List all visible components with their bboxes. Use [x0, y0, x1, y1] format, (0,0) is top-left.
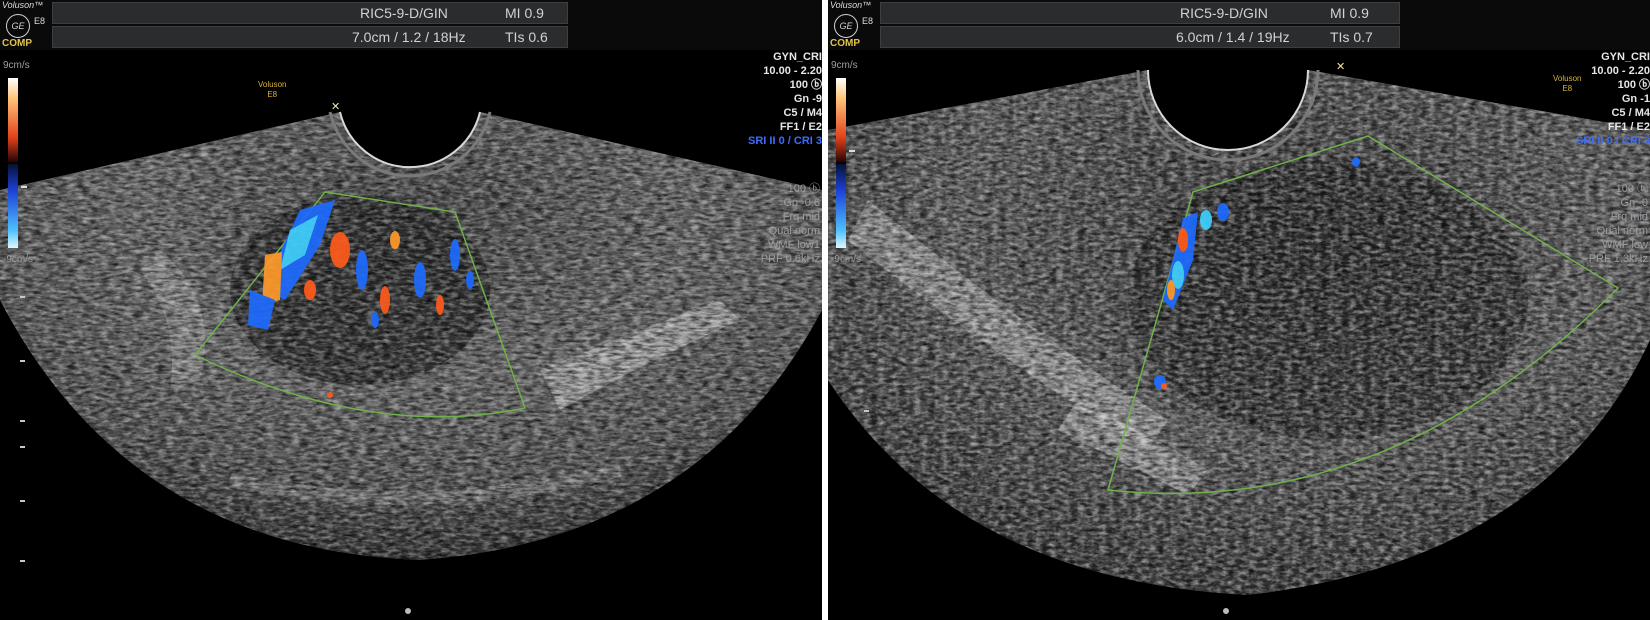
cd-power: 100 ⓑ: [1615, 183, 1648, 195]
cd-quality: Qual norm: [1596, 225, 1648, 237]
header-row-bottom: [880, 26, 1400, 48]
depth-info: 7.0cm / 1.2 / 18Hz: [352, 29, 466, 45]
color-doppler-parameters: 100 ⓑ Gn -0 Frq mid Qual norm WMF low PR…: [1589, 182, 1648, 266]
cd-prf: PRF 1.3kHz: [1588, 253, 1648, 265]
tis-label: TIs 0.6: [505, 29, 548, 45]
ge-logo-icon: GE: [6, 14, 30, 38]
header-row-top: [52, 2, 568, 24]
left-header-bar: Voluson™ GE E8 COMP RIC5-9-D/GIN MI 0.9 …: [0, 0, 822, 50]
cd-power: 100 ⓑ: [787, 183, 820, 195]
depth-tick: [864, 410, 869, 412]
cd-gain: Gn -0: [1620, 197, 1648, 209]
voluson-brand: Voluson™ GE E8 COMP: [2, 0, 50, 50]
depth-tick: [20, 500, 25, 502]
scale-baseline-mark: [849, 150, 855, 152]
preset-label: GYN_CRI: [773, 51, 822, 63]
cd-frequency: Frq mid: [1610, 211, 1648, 223]
velocity-scale-min: -9cm/s: [3, 254, 33, 265]
cd-frequency: Frq mid: [782, 211, 820, 223]
model-label: E8: [34, 16, 46, 26]
probe-label: RIC5-9-D/GIN: [360, 5, 448, 21]
scan-parameters: GYN_CRI 10.00 - 2.20 100 ⓑ Gn -1 C5 / M4…: [1576, 50, 1650, 148]
header-row-top: [880, 2, 1400, 24]
depth-tick: [20, 420, 25, 422]
gain-label: Gn -9: [793, 93, 822, 105]
gain-label: Gn -1: [1621, 93, 1650, 105]
probe-label: RIC5-9-D/GIN: [1180, 5, 1268, 21]
cd-quality: Qual norm: [768, 225, 820, 237]
mi-label: MI 0.9: [1330, 5, 1369, 21]
header-row-bottom: [52, 26, 568, 48]
mini-logo-line2: E8: [267, 90, 278, 99]
cd-wall-filter: WMF low1: [768, 239, 820, 251]
center-marker: [1223, 608, 1229, 614]
filter-label: FF1 / E2: [1607, 121, 1650, 133]
right-ultrasound-panel: Voluson™ GE E8 COMP RIC5-9-D/GIN MI 0.9 …: [828, 0, 1650, 620]
sri-label: SRI II 0 / CRI 3: [748, 135, 822, 147]
comp-label: COMP: [2, 38, 32, 49]
left-ultrasound-panel: Voluson™ GE E8 COMP RIC5-9-D/GIN MI 0.9 …: [0, 0, 822, 620]
velocity-color-scale: [836, 78, 846, 248]
voluson-wordmark: Voluson™: [830, 0, 872, 10]
cd-wall-filter: WMF low: [1602, 239, 1648, 251]
comp-label: COMP: [830, 38, 860, 49]
map-label: C5 / M4: [783, 107, 822, 119]
voluson-wordmark: Voluson™: [2, 0, 44, 10]
depth-info: 6.0cm / 1.4 / 19Hz: [1176, 29, 1290, 45]
voluson-brand: Voluson™ GE E8 COMP: [830, 0, 878, 50]
mini-logo-line1: Voluson: [258, 80, 287, 89]
cd-gain: Gn -0.6: [783, 197, 820, 209]
right-header-bar: Voluson™ GE E8 COMP RIC5-9-D/GIN MI 0.9 …: [828, 0, 1650, 50]
center-marker: [405, 608, 411, 614]
sri-label: SRI II 0 / CRI 3: [1576, 135, 1650, 147]
left-ultrasound-image: [0, 111, 822, 560]
tis-label: TIs 0.7: [1330, 29, 1373, 45]
model-label: E8: [862, 16, 874, 26]
mi-label: MI 0.9: [505, 5, 544, 21]
scan-parameters: GYN_CRI 10.00 - 2.20 100 ⓑ Gn -9 C5 / M4…: [748, 50, 822, 148]
right-ultrasound-image: [828, 69, 1650, 595]
power-label: 100 ⓑ: [789, 79, 822, 91]
color-doppler-parameters: 100 ⓑ Gn -0.6 Frq mid Qual norm WMF low1…: [761, 182, 820, 266]
scale-baseline-mark: [21, 186, 27, 188]
focus-marker-icon: ✕: [331, 101, 341, 113]
mini-voluson-logo: Voluson E8: [258, 80, 286, 100]
map-label: C5 / M4: [1611, 107, 1650, 119]
depth-tick: [20, 560, 25, 562]
depth-tick: [20, 446, 25, 448]
preset-label: GYN_CRI: [1601, 51, 1650, 63]
depth-tick: [20, 360, 25, 362]
filter-label: FF1 / E2: [779, 121, 822, 133]
depth-tick: [20, 296, 25, 298]
velocity-scale-max: 9cm/s: [831, 60, 858, 71]
power-label: 100 ⓑ: [1617, 79, 1650, 91]
ge-logo-icon: GE: [834, 14, 858, 38]
freq-range: 10.00 - 2.20: [1591, 65, 1650, 77]
velocity-scale-min: -9cm/s: [831, 254, 861, 265]
velocity-scale-max: 9cm/s: [3, 60, 30, 71]
focus-marker-icon: ✕: [1336, 61, 1346, 73]
velocity-color-scale: [8, 78, 18, 248]
cd-prf: PRF 0.6kHz: [760, 253, 820, 265]
freq-range: 10.00 - 2.20: [763, 65, 822, 77]
